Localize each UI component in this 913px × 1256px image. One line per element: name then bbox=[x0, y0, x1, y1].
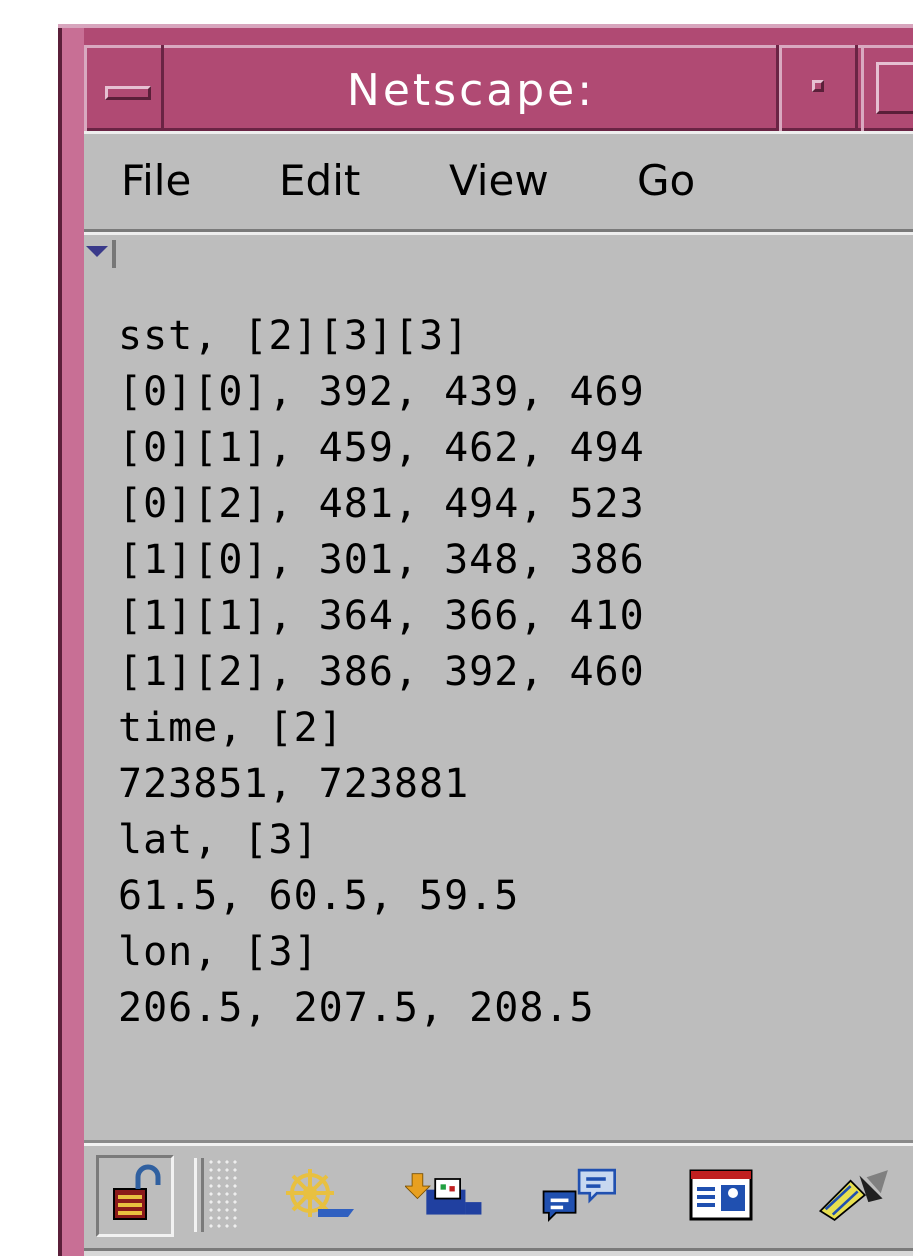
content-line: lat, [3] bbox=[118, 817, 319, 863]
download-inbox-icon[interactable] bbox=[405, 1155, 485, 1235]
content-line: 61.5, 60.5, 59.5 bbox=[118, 873, 520, 919]
content-line: [1][1], 364, 366, 410 bbox=[118, 593, 645, 639]
menu-file[interactable]: File bbox=[121, 156, 191, 206]
window-border-left bbox=[62, 28, 84, 1256]
editor-pen-icon[interactable] bbox=[815, 1155, 895, 1235]
toolbar-grip[interactable] bbox=[194, 1158, 204, 1232]
composer-icon[interactable] bbox=[685, 1155, 765, 1235]
content-line: [0][1], 459, 462, 494 bbox=[118, 425, 645, 471]
status-bar bbox=[84, 1251, 913, 1256]
minimize-icon bbox=[812, 80, 824, 92]
triangle-down-icon bbox=[86, 246, 108, 257]
discussions-icon[interactable] bbox=[540, 1155, 620, 1235]
content-line: 723851, 723881 bbox=[118, 761, 470, 807]
window-border-top bbox=[58, 24, 913, 28]
window-border-left-shadow bbox=[58, 24, 62, 1256]
menu-edit[interactable]: Edit bbox=[279, 156, 360, 206]
security-lock-icon bbox=[96, 1155, 176, 1235]
content-line: [1][2], 386, 392, 460 bbox=[118, 649, 645, 695]
toolbar-grip-dots bbox=[207, 1158, 237, 1232]
collapse-tab-edge bbox=[112, 240, 116, 268]
content-line: [1][0], 301, 348, 386 bbox=[118, 537, 645, 583]
window-title: Netscape: bbox=[346, 65, 596, 116]
navigator-compass-icon[interactable] bbox=[278, 1155, 358, 1235]
menu-view[interactable]: View bbox=[449, 156, 549, 206]
content-line: sst, [2][3][3] bbox=[118, 313, 470, 359]
content-line: [0][2], 481, 494, 523 bbox=[118, 481, 645, 527]
menu-separator-highlight bbox=[84, 232, 913, 235]
window-menu-icon bbox=[105, 86, 151, 100]
page-content: sst, [2][3][3] [0][0], 392, 439, 469 [0]… bbox=[118, 308, 898, 1036]
content-line: lon, [3] bbox=[118, 929, 319, 975]
content-line: time, [2] bbox=[118, 705, 344, 751]
content-line: [0][0], 392, 439, 469 bbox=[118, 369, 645, 415]
maximize-icon bbox=[876, 62, 913, 114]
menu-go[interactable]: Go bbox=[637, 156, 695, 206]
content-line: 206.5, 207.5, 208.5 bbox=[118, 985, 595, 1031]
